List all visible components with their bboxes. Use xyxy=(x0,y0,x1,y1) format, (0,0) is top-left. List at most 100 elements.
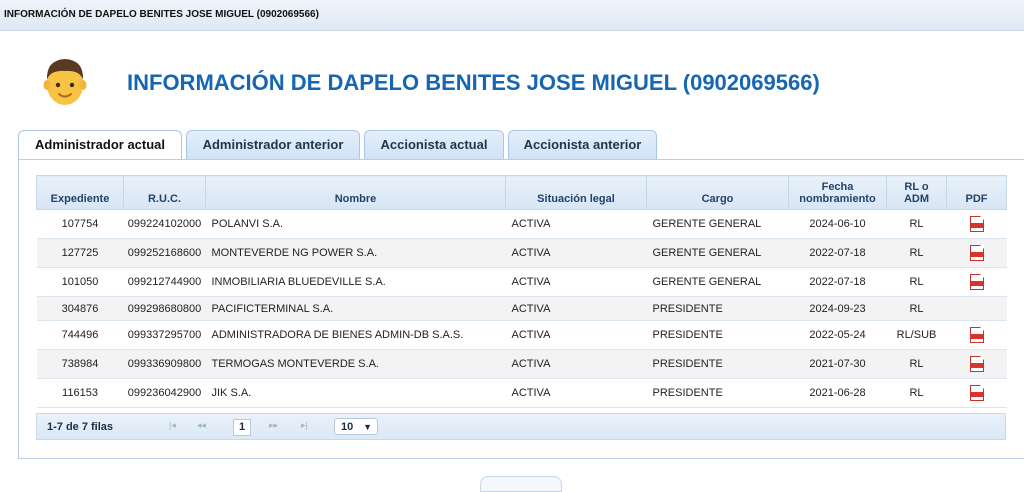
table-cell-cargo: PRESIDENTE xyxy=(646,320,789,350)
pdf-icon[interactable] xyxy=(969,245,984,261)
table-cell-nombre: JIK S.A. xyxy=(205,378,506,408)
table-cell-expediente: 744496 xyxy=(36,320,124,350)
column-header-label: Fecha nombramiento xyxy=(799,181,876,205)
column-header[interactable]: Situación legal xyxy=(505,175,647,210)
table-cell-ruc: 099336909800 xyxy=(123,349,206,379)
table-cell-situacion: ACTIVA xyxy=(505,238,647,268)
table-cell-expediente: 107754 xyxy=(36,209,124,239)
table-cell-rl: RL xyxy=(886,267,947,297)
administrators-table: Expediente R.U.C. Nombre Situación legal… xyxy=(36,175,1007,408)
table-cell-fecha: 2021-07-30 xyxy=(788,349,887,379)
table-cell-ruc: 099252168600 xyxy=(123,238,206,268)
column-header[interactable]: R.U.C. xyxy=(123,175,206,210)
page-size-value: 10 xyxy=(341,421,354,433)
table-row[interactable]: 101050 099212744900 INMOBILIARIA BLUEDEVIL… xyxy=(36,267,1007,297)
table-cell-nombre: PACIFICTERMINAL S.A. xyxy=(205,296,506,321)
table-cell-nombre: POLANVI S.A. xyxy=(205,209,506,239)
tab-accionista-anterior[interactable]: Accionista anterior xyxy=(508,130,657,159)
table-cell-rl: RL/SUB xyxy=(886,320,947,350)
current-page-button[interactable]: 1 xyxy=(233,419,251,436)
tab-panel: Expediente R.U.C. Nombre Situación legal… xyxy=(18,159,1024,459)
column-header[interactable]: Fecha nombramiento xyxy=(788,175,887,210)
table-cell-fecha: 2022-07-18 xyxy=(788,267,887,297)
table-cell-fecha: 2021-06-28 xyxy=(788,378,887,408)
tab-accionista-actual[interactable]: Accionista actual xyxy=(364,130,504,159)
tab-administrador-actual[interactable]: Administrador actual xyxy=(18,130,182,161)
table-cell-cargo: PRESIDENTE xyxy=(646,349,789,379)
table-cell-cargo: GERENTE GENERAL xyxy=(646,209,789,239)
table-cell-cargo: PRESIDENTE xyxy=(646,378,789,408)
table-cell-pdf xyxy=(946,349,1007,379)
table-cell-rl: RL xyxy=(886,378,947,408)
footer-button-partial[interactable] xyxy=(480,476,562,492)
pdf-icon[interactable] xyxy=(969,216,984,232)
column-header[interactable]: RL o ADM xyxy=(886,175,947,210)
table-row[interactable]: 127725 099252168600 MONTEVERDE NG POWER S.… xyxy=(36,238,1007,268)
page-title: INFORMACIÓN DE DAPELO BENITES JOSE MIGUE… xyxy=(127,70,820,95)
table-cell-fecha: 2024-09-23 xyxy=(788,296,887,321)
table-header-row: Expediente R.U.C. Nombre Situación legal… xyxy=(36,175,1007,210)
table-cell-cargo: GERENTE GENERAL xyxy=(646,238,789,268)
table-cell-situacion: ACTIVA xyxy=(505,209,647,239)
tab-administrador-anterior[interactable]: Administrador anterior xyxy=(186,130,360,159)
table-cell-pdf xyxy=(946,267,1007,297)
table-cell-pdf xyxy=(946,296,1007,321)
previous-page-icon[interactable]: ◂◂ xyxy=(197,420,206,431)
table-row[interactable]: 116153 099236042900 JIK S.A. ACTIVA PRESIDEN… xyxy=(36,378,1007,408)
table-cell-nombre: INMOBILIARIA BLUEDEVILLE S.A. xyxy=(205,267,506,297)
table-cell-pdf xyxy=(946,209,1007,239)
table-cell-rl: RL xyxy=(886,209,947,239)
table-cell-nombre: TERMOGAS MONTEVERDE S.A. xyxy=(205,349,506,379)
column-header[interactable]: PDF xyxy=(946,175,1007,210)
table-cell-ruc: 099212744900 xyxy=(123,267,206,297)
table-cell-situacion: ACTIVA xyxy=(505,267,647,297)
column-header[interactable]: Cargo xyxy=(646,175,789,210)
page-size-select[interactable]: 10 ▼ xyxy=(334,418,378,435)
chevron-down-icon: ▼ xyxy=(363,422,372,432)
table-cell-rl: RL xyxy=(886,349,947,379)
first-page-icon[interactable]: |◂ xyxy=(169,420,176,431)
table-cell-situacion: ACTIVA xyxy=(505,349,647,379)
table-cell-fecha: 2022-05-24 xyxy=(788,320,887,350)
table-cell-cargo: PRESIDENTE xyxy=(646,296,789,321)
table-cell-fecha: 2024-06-10 xyxy=(788,209,887,239)
window-titlebar: INFORMACIÓN DE DAPELO BENITES JOSE MIGUE… xyxy=(0,0,1024,31)
table-cell-expediente: 738984 xyxy=(36,349,124,379)
table-cell-ruc: 099224102000 xyxy=(123,209,206,239)
table-row[interactable]: 744496 099337295700 ADMINISTRADORA DE BIEN… xyxy=(36,320,1007,350)
table-cell-fecha: 2022-07-18 xyxy=(788,238,887,268)
table-cell-expediente: 101050 xyxy=(36,267,124,297)
table-cell-situacion: ACTIVA xyxy=(505,320,647,350)
pdf-icon[interactable] xyxy=(969,274,984,290)
table-cell-rl: RL xyxy=(886,296,947,321)
pagination-bar: 1-7 de 7 filas |◂ ◂◂ 1 ▸▸ ▸| 10 ▼ xyxy=(36,413,1006,440)
pdf-icon[interactable] xyxy=(969,356,984,372)
table-cell-rl: RL xyxy=(886,238,947,268)
table-cell-nombre: ADMINISTRADORA DE BIENES ADMIN-DB S.A.S. xyxy=(205,320,506,350)
table-body: 107754 099224102000 POLANVI S.A. ACTIVA GERE… xyxy=(36,209,1007,408)
table-cell-pdf xyxy=(946,320,1007,350)
pdf-icon[interactable] xyxy=(969,327,984,343)
table-row[interactable]: 738984 099336909800 TERMOGAS MONTEVERDE S.… xyxy=(36,349,1007,379)
table-cell-ruc: 099236042900 xyxy=(123,378,206,408)
column-header[interactable]: Nombre xyxy=(205,175,506,210)
table-cell-situacion: ACTIVA xyxy=(505,378,647,408)
table-cell-situacion: ACTIVA xyxy=(505,296,647,321)
table-cell-expediente: 116153 xyxy=(36,378,124,408)
column-header[interactable]: Expediente xyxy=(36,175,124,210)
table-cell-cargo: GERENTE GENERAL xyxy=(646,267,789,297)
next-page-icon[interactable]: ▸▸ xyxy=(269,420,278,431)
table-cell-expediente: 127725 xyxy=(36,238,124,268)
table-cell-pdf xyxy=(946,378,1007,408)
table-row[interactable]: 107754 099224102000 POLANVI S.A. ACTIVA GERE… xyxy=(36,209,1007,239)
table-cell-ruc: 099298680800 xyxy=(123,296,206,321)
table-cell-expediente: 304876 xyxy=(36,296,124,321)
pagination-info: 1-7 de 7 filas xyxy=(47,421,114,433)
table-cell-pdf xyxy=(946,238,1007,268)
last-page-icon[interactable]: ▸| xyxy=(301,420,308,431)
table-cell-nombre: MONTEVERDE NG POWER S.A. xyxy=(205,238,506,268)
man-face-icon xyxy=(43,59,87,105)
table-cell-ruc: 099337295700 xyxy=(123,320,206,350)
table-row[interactable]: 304876 099298680800 PACIFICTERMINAL S.A. AC… xyxy=(36,296,1007,321)
pdf-icon[interactable] xyxy=(969,385,984,401)
